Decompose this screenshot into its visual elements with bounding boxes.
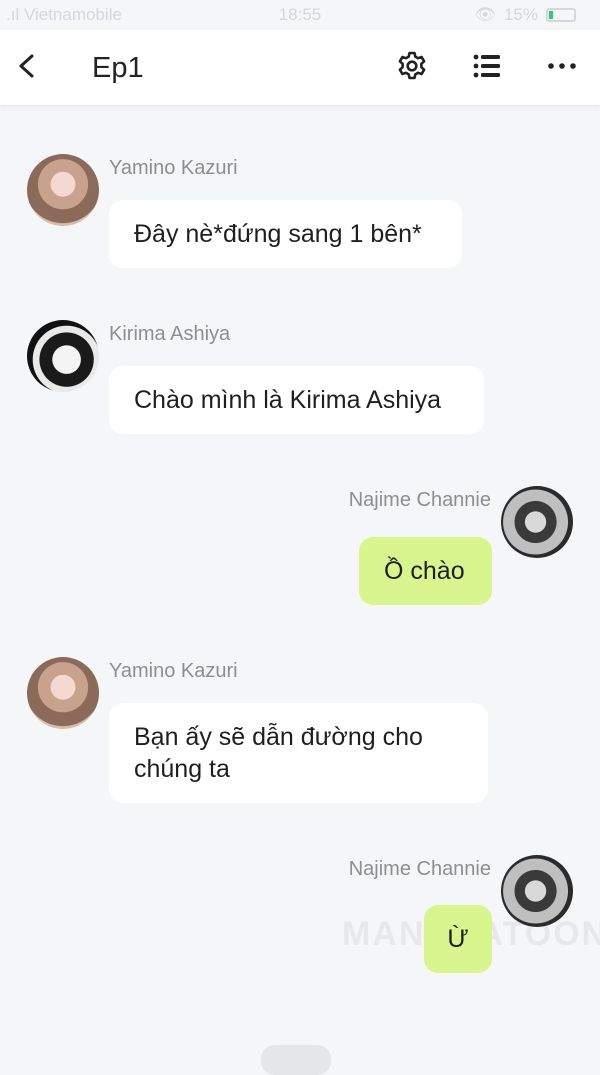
avatar-kirima[interactable] — [27, 320, 99, 392]
status-bar: .ıl Vietnamobile 18:55 👁 15% — [0, 0, 600, 30]
more-options-button[interactable] — [544, 48, 580, 84]
list-icon — [473, 54, 500, 78]
avatar-najime[interactable] — [501, 855, 573, 927]
gear-icon — [398, 51, 426, 80]
sender-name: Najime Channie — [348, 489, 491, 511]
message-bubble: Đây nè*đứng sang 1 bên* — [109, 200, 462, 268]
eye-icon: 👁 — [474, 5, 496, 24]
message-bubble: Chào mình là Kirima Ashiya — [109, 366, 484, 434]
sender-name: Yamino Kazuri — [109, 660, 238, 682]
avatar-yamino[interactable] — [27, 154, 99, 226]
avatar-yamino[interactable] — [27, 657, 99, 729]
status-icons: 👁 15% — [474, 5, 576, 25]
next-handle[interactable] — [261, 1045, 331, 1075]
avatar-najime[interactable] — [501, 486, 573, 558]
sender-name: Najime Channie — [348, 858, 491, 880]
message-bubble: Ồ chào — [359, 537, 492, 605]
back-button[interactable] — [12, 50, 44, 82]
episode-list-button[interactable] — [469, 48, 505, 84]
top-bar: Ep1 — [0, 30, 600, 105]
chevron-left-icon — [19, 54, 34, 78]
message-bubble: Bạn ấy sẽ dẫn đường cho chúng ta — [109, 703, 488, 803]
sender-name: Kirima Ashiya — [109, 323, 231, 345]
message-bubble: Ừ — [424, 905, 492, 973]
sender-name: Yamino Kazuri — [109, 157, 238, 179]
page-title: Ep1 — [92, 52, 144, 84]
more-icon — [548, 63, 576, 69]
battery-label: 15% — [503, 5, 538, 24]
settings-button[interactable] — [394, 48, 430, 84]
battery-icon — [546, 8, 576, 22]
